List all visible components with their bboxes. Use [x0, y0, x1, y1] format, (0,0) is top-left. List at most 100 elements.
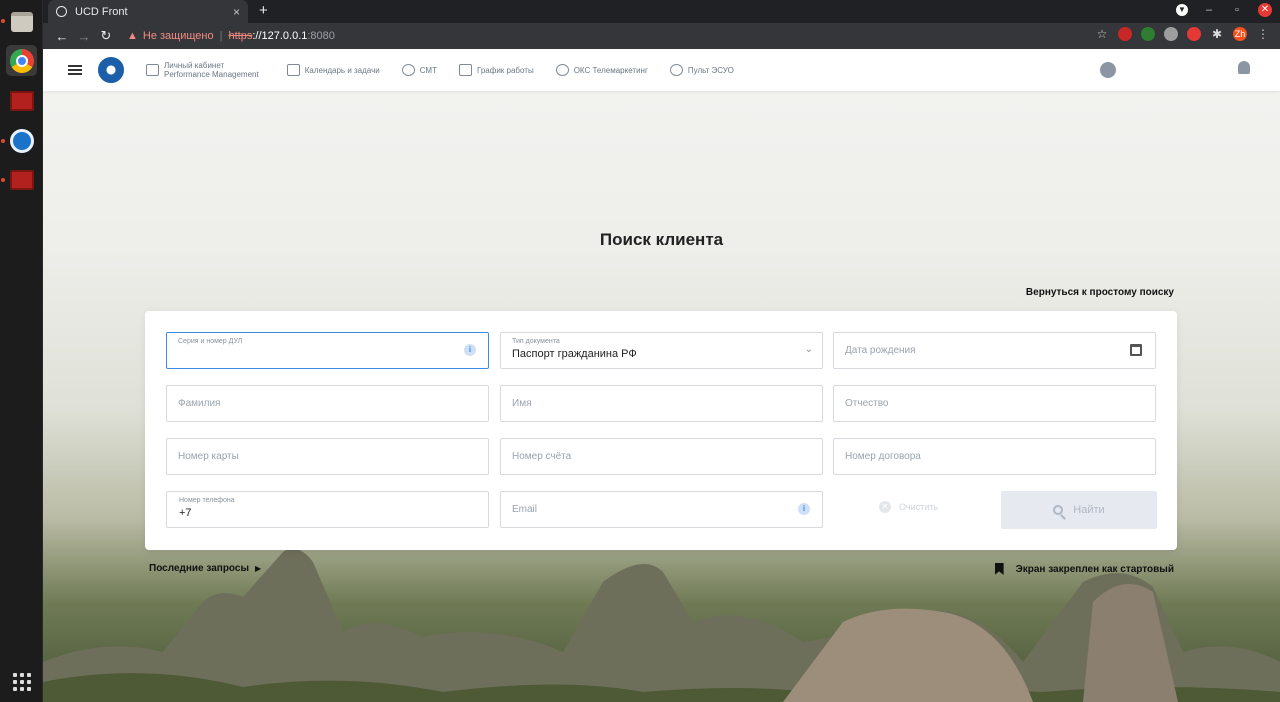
extension-red-icon[interactable]: [1118, 27, 1132, 41]
birth-date-placeholder: Дата рождения: [845, 345, 916, 356]
user-profile[interactable]: [1100, 60, 1220, 80]
recent-requests-label: Последние запросы: [149, 563, 250, 574]
find-label: Найти: [1073, 504, 1105, 516]
company-logo[interactable]: [98, 57, 124, 83]
nav-schedule-label: График работы: [476, 65, 534, 75]
remote-app-icon[interactable]: [6, 85, 37, 116]
nav-telemarketing[interactable]: ОКС Телемаркетинг: [555, 64, 648, 76]
bookmark-icon: [994, 563, 1004, 575]
nav-schedule[interactable]: График работы: [458, 64, 534, 76]
user-avatar-icon: [1100, 62, 1116, 78]
card-number-field[interactable]: Номер карты: [166, 438, 489, 475]
minimize-icon[interactable]: –: [1202, 4, 1216, 16]
email-placeholder: Email: [512, 504, 538, 515]
birth-date-field[interactable]: Дата рождения: [833, 332, 1156, 369]
document-type-select[interactable]: Тип документа Паспорт гражданина РФ ⌄: [500, 332, 823, 369]
nav-calendar-label: Календарь и задачи: [304, 65, 380, 75]
search-form-card: Серия и номер ДУЛ i Тип документа Паспор…: [145, 311, 1177, 550]
page-viewport: Личный кабинет Performance Management Ка…: [43, 49, 1280, 702]
extension-gray-icon[interactable]: [1164, 27, 1178, 41]
security-status[interactable]: Не защищено: [143, 30, 214, 42]
warning-icon: ▲: [127, 30, 138, 42]
phone-label: Номер телефона: [179, 497, 235, 504]
account-number-field[interactable]: Номер счёта: [500, 438, 823, 475]
tab-title: UCD Front: [75, 5, 128, 18]
pinned-label: Экран закреплен как стартовый: [1015, 563, 1174, 575]
nav-esuo[interactable]: Пульт ЭСУО: [669, 64, 734, 76]
app-header: Личный кабинет Performance Management Ка…: [43, 49, 1280, 91]
clear-button[interactable]: ✕ Очистить: [879, 501, 938, 513]
browser-toolbar: ← → ↻ ▲ Не защищено | https://127.0.0.1:…: [43, 23, 1280, 49]
nav-calendar[interactable]: Календарь и задачи: [286, 64, 380, 76]
running-indicator: [1, 178, 5, 182]
puzzle-icon[interactable]: ✱: [1210, 27, 1224, 41]
info-icon[interactable]: i: [798, 503, 810, 515]
chevron-down-icon: ⌄: [804, 344, 813, 355]
url-scheme: https: [228, 30, 253, 42]
clear-label: Очистить: [899, 502, 939, 512]
reload-icon[interactable]: ↻: [95, 28, 117, 44]
extensions-area: ☆ ✱ Zh ⋮: [1095, 27, 1270, 41]
new-tab-button[interactable]: +: [259, 2, 268, 19]
chart-bars-icon: [146, 64, 159, 76]
window-controls: ▼ – ▫ ✕: [1176, 3, 1272, 17]
phone-value: +7: [179, 507, 192, 519]
contract-number-field[interactable]: Номер договора: [833, 438, 1156, 475]
calendar-tasks-icon: [286, 64, 300, 76]
middle-name-field[interactable]: Отчество: [833, 385, 1156, 422]
forward-arrow-icon[interactable]: →: [73, 29, 95, 44]
swirl-app-icon[interactable]: [6, 125, 37, 156]
card-number-placeholder: Номер карты: [178, 451, 239, 462]
os-dock: [0, 0, 43, 702]
nav-telemarketing-label: ОКС Телемаркетинг: [573, 65, 648, 75]
nav-performance[interactable]: Личный кабинет Performance Management: [146, 61, 259, 79]
nav-esuo-label: Пульт ЭСУО: [687, 65, 734, 75]
star-icon[interactable]: ☆: [1095, 27, 1109, 41]
browser-tab[interactable]: UCD Front ×: [48, 0, 248, 23]
extension-lips-icon[interactable]: [1187, 27, 1201, 41]
url-host: ://127.0.0.1: [252, 30, 308, 42]
profile-avatar[interactable]: Zh: [1233, 27, 1247, 41]
circle-icon: [555, 64, 569, 76]
last-name-field[interactable]: Фамилия: [166, 385, 489, 422]
apps-grid-icon[interactable]: [6, 666, 37, 697]
url-field[interactable]: ▲ Не защищено | https://127.0.0.1:8080: [127, 30, 335, 42]
nav-performance-line1: Личный кабинет: [164, 61, 225, 70]
find-button[interactable]: Найти: [1001, 491, 1157, 529]
nav-smt[interactable]: СМТ: [401, 64, 437, 76]
extension-green-icon[interactable]: [1141, 27, 1155, 41]
tab-close-icon[interactable]: ×: [233, 5, 240, 19]
back-to-simple-search-link[interactable]: Вернуться к простому поиску: [1026, 287, 1174, 298]
files-app-icon[interactable]: [6, 6, 37, 37]
bell-icon[interactable]: [1238, 61, 1250, 74]
pinned-start-screen[interactable]: Экран закреплен как стартовый: [994, 563, 1174, 575]
kebab-menu-icon[interactable]: ⋮: [1256, 27, 1270, 41]
caret-right-icon: ▶: [255, 564, 262, 573]
close-window-icon[interactable]: ✕: [1258, 3, 1272, 17]
contract-number-placeholder: Номер договора: [845, 451, 921, 462]
account-number-placeholder: Номер счёта: [512, 451, 572, 462]
phone-field[interactable]: Номер телефона +7: [166, 491, 489, 528]
back-arrow-icon[interactable]: ←: [51, 29, 73, 44]
url-separator: |: [219, 30, 223, 42]
middle-name-placeholder: Отчество: [845, 398, 889, 409]
download-icon[interactable]: ▼: [1176, 4, 1188, 16]
document-number-field[interactable]: Серия и номер ДУЛ i: [166, 332, 489, 369]
diamond-icon: [401, 64, 415, 76]
first-name-field[interactable]: Имя: [500, 385, 823, 422]
running-indicator: [1, 19, 5, 23]
document-type-value: Паспорт гражданина РФ: [512, 348, 637, 360]
hamburger-menu-icon[interactable]: [68, 63, 82, 77]
chrome-app-icon[interactable]: [6, 45, 37, 76]
maximize-icon[interactable]: ▫: [1230, 4, 1244, 16]
document-type-label: Тип документа: [512, 338, 560, 345]
url-port: :8080: [307, 30, 335, 42]
calendar-icon[interactable]: [1130, 344, 1142, 356]
document-number-label: Серия и номер ДУЛ: [178, 338, 243, 345]
remote-app-icon-2[interactable]: [6, 164, 37, 195]
recent-requests-toggle[interactable]: Последние запросы ▶: [149, 563, 261, 574]
nav-smt-label: СМТ: [419, 65, 437, 75]
email-field[interactable]: Email i: [500, 491, 823, 528]
user-info-blurred: [1130, 60, 1220, 80]
info-icon[interactable]: i: [464, 344, 476, 356]
